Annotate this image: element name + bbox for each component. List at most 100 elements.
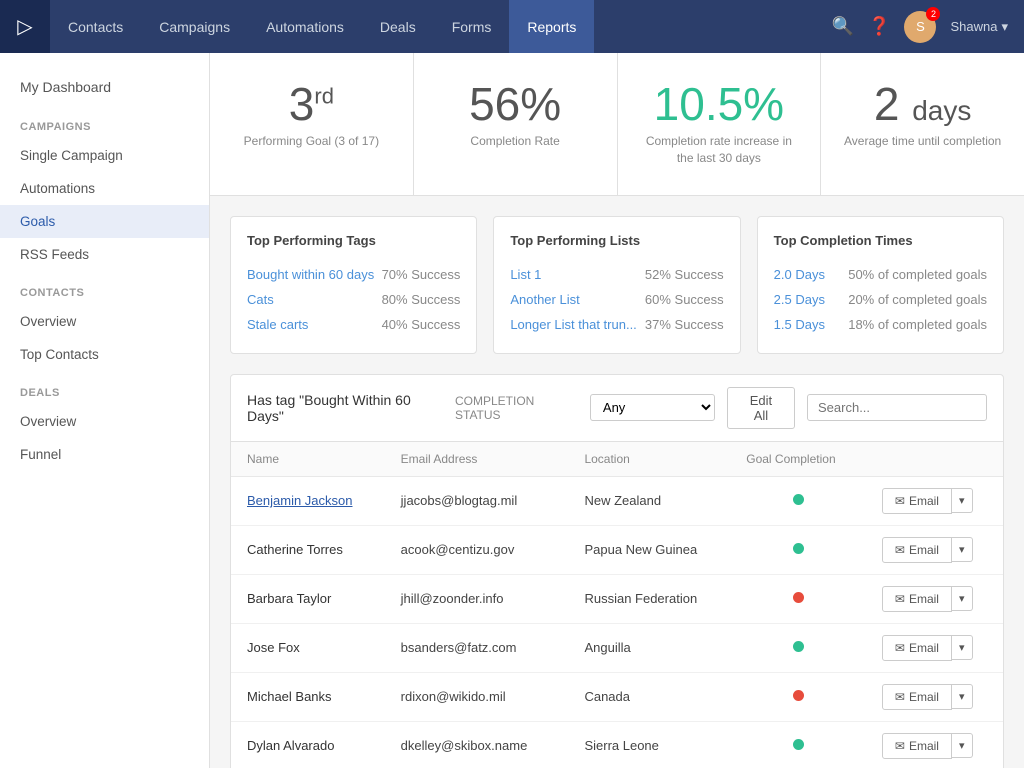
list-row-0: List 1 52% Success (510, 262, 723, 287)
avatar[interactable]: S 2 (904, 11, 936, 43)
stat-avg-time: 2 days Average time until completion (821, 53, 1024, 195)
status-dot (793, 592, 804, 603)
cell-action: ✉ Email ▾ (866, 574, 1003, 623)
stat-completion-increase: 10.5% Completion rate increase in the la… (618, 53, 822, 195)
sidebar-single-campaign[interactable]: Single Campaign (0, 139, 209, 172)
cell-name: Catherine Torres (231, 525, 385, 574)
sidebar-funnel[interactable]: Funnel (0, 438, 209, 471)
cell-action: ✉ Email ▾ (866, 721, 1003, 768)
stat-avg-time-value: 2 days (841, 81, 1004, 127)
email-button[interactable]: ✉ Email (882, 635, 952, 661)
chevron-down-icon: ▾ (959, 740, 965, 752)
cell-action: ✉ Email ▾ (866, 672, 1003, 721)
email-dropdown-button[interactable]: ▾ (952, 684, 973, 709)
email-dropdown-button[interactable]: ▾ (952, 733, 973, 758)
sidebar-deals-overview[interactable]: Overview (0, 405, 209, 438)
completion-row-2: 1.5 Days 18% of completed goals (774, 312, 987, 337)
tag-link-0[interactable]: Bought within 60 days (247, 267, 374, 282)
filter-row: Has tag "Bought Within 60 Days" COMPLETI… (230, 374, 1004, 442)
contact-name-link[interactable]: Benjamin Jackson (247, 493, 353, 508)
tag-success-1: 80% Success (382, 292, 461, 307)
nav-forms[interactable]: Forms (434, 0, 510, 53)
email-button[interactable]: ✉ Email (882, 733, 952, 759)
email-btn-label: Email (909, 592, 939, 606)
list-link-1[interactable]: Another List (510, 292, 579, 307)
nav-contacts[interactable]: Contacts (50, 0, 141, 53)
email-icon: ✉ (895, 592, 905, 606)
completion-row-0: 2.0 Days 50% of completed goals (774, 262, 987, 287)
list-link-0[interactable]: List 1 (510, 267, 541, 282)
email-dropdown-button[interactable]: ▾ (952, 537, 973, 562)
email-button[interactable]: ✉ Email (882, 586, 952, 612)
edit-all-button[interactable]: Edit All (727, 387, 795, 429)
tag-link-1[interactable]: Cats (247, 292, 274, 307)
email-button[interactable]: ✉ Email (882, 537, 952, 563)
contact-name: Dylan Alvarado (247, 738, 334, 753)
email-dropdown-button[interactable]: ▾ (952, 586, 973, 611)
cell-location: Anguilla (568, 623, 730, 672)
cell-name: Dylan Alvarado (231, 721, 385, 768)
cell-email: jhill@zoonder.info (385, 574, 569, 623)
nav-reports[interactable]: Reports (509, 0, 594, 53)
stat-completion-rate: 56% Completion Rate (414, 53, 618, 195)
chevron-down-icon: ▾ (959, 593, 965, 605)
nav-deals[interactable]: Deals (362, 0, 434, 53)
email-button[interactable]: ✉ Email (882, 488, 952, 514)
completion-status-select[interactable]: Any Completed Not Completed (590, 394, 715, 421)
cell-location: Sierra Leone (568, 721, 730, 768)
table-row: Michael Banks rdixon@wikido.mil Canada ✉… (231, 672, 1003, 721)
sidebar-deals-label: DEALS (0, 371, 209, 405)
status-dot (793, 690, 804, 701)
nav-items: Contacts Campaigns Automations Deals For… (50, 0, 832, 53)
table-row: Barbara Taylor jhill@zoonder.info Russia… (231, 574, 1003, 623)
col-email: Email Address (385, 442, 569, 477)
tag-row-2: Stale carts 40% Success (247, 312, 460, 337)
user-menu[interactable]: Shawna ▾ (950, 19, 1008, 35)
help-icon[interactable]: ❓ (868, 16, 890, 37)
contacts-table-wrap: Name Email Address Location Goal Complet… (230, 442, 1004, 768)
sidebar-dashboard[interactable]: My Dashboard (0, 69, 209, 105)
list-row-2: Longer List that trun... 37% Success (510, 312, 723, 337)
top-performing-tags-card: Top Performing Tags Bought within 60 day… (230, 216, 477, 354)
top-completion-times-title: Top Completion Times (774, 233, 987, 248)
stat-completion-rate-value: 56% (434, 81, 597, 127)
sidebar-goals[interactable]: Goals (0, 205, 209, 238)
email-dropdown-button[interactable]: ▾ (952, 635, 973, 660)
cell-action: ✉ Email ▾ (866, 525, 1003, 574)
stat-performing-goal-value: 3rd (230, 81, 393, 127)
app-logo[interactable]: ▷ (0, 0, 50, 53)
main-content: 3rd Performing Goal (3 of 17) 56% Comple… (210, 53, 1024, 768)
tag-success-2: 40% Success (382, 317, 461, 332)
email-dropdown-button[interactable]: ▾ (952, 488, 973, 513)
email-icon: ✉ (895, 494, 905, 508)
tag-link-2[interactable]: Stale carts (247, 317, 308, 332)
sidebar-top-contacts[interactable]: Top Contacts (0, 338, 209, 371)
search-icon[interactable]: 🔍 (832, 16, 854, 37)
cell-goal-completion (730, 721, 866, 768)
col-name: Name (231, 442, 385, 477)
nav-campaigns[interactable]: Campaigns (141, 0, 248, 53)
table-row: Dylan Alvarado dkelley@skibox.name Sierr… (231, 721, 1003, 768)
sidebar-rss-feeds[interactable]: RSS Feeds (0, 238, 209, 271)
contact-name: Jose Fox (247, 640, 300, 655)
cell-location: Russian Federation (568, 574, 730, 623)
nav-automations[interactable]: Automations (248, 0, 362, 53)
stat-completion-increase-label: Completion rate increase in the last 30 … (638, 133, 801, 167)
email-icon: ✉ (895, 641, 905, 655)
filter-search-input[interactable] (807, 394, 987, 421)
email-icon: ✉ (895, 690, 905, 704)
top-performing-lists-title: Top Performing Lists (510, 233, 723, 248)
completion-day-1: 2.5 Days (774, 292, 825, 307)
sidebar-automations[interactable]: Automations (0, 172, 209, 205)
stat-completion-increase-value: 10.5% (638, 81, 801, 127)
filter-select-wrap: Any Completed Not Completed (590, 394, 715, 421)
cell-location: New Zealand (568, 476, 730, 525)
list-link-2[interactable]: Longer List that trun... (510, 317, 636, 332)
sidebar-contacts-overview[interactable]: Overview (0, 305, 209, 338)
contacts-table: Name Email Address Location Goal Complet… (231, 442, 1003, 768)
completion-pct-2: 18% of completed goals (848, 317, 987, 332)
email-button[interactable]: ✉ Email (882, 684, 952, 710)
stats-row: 3rd Performing Goal (3 of 17) 56% Comple… (210, 53, 1024, 196)
col-goal-completion: Goal Completion (730, 442, 866, 477)
completion-day-2: 1.5 Days (774, 317, 825, 332)
